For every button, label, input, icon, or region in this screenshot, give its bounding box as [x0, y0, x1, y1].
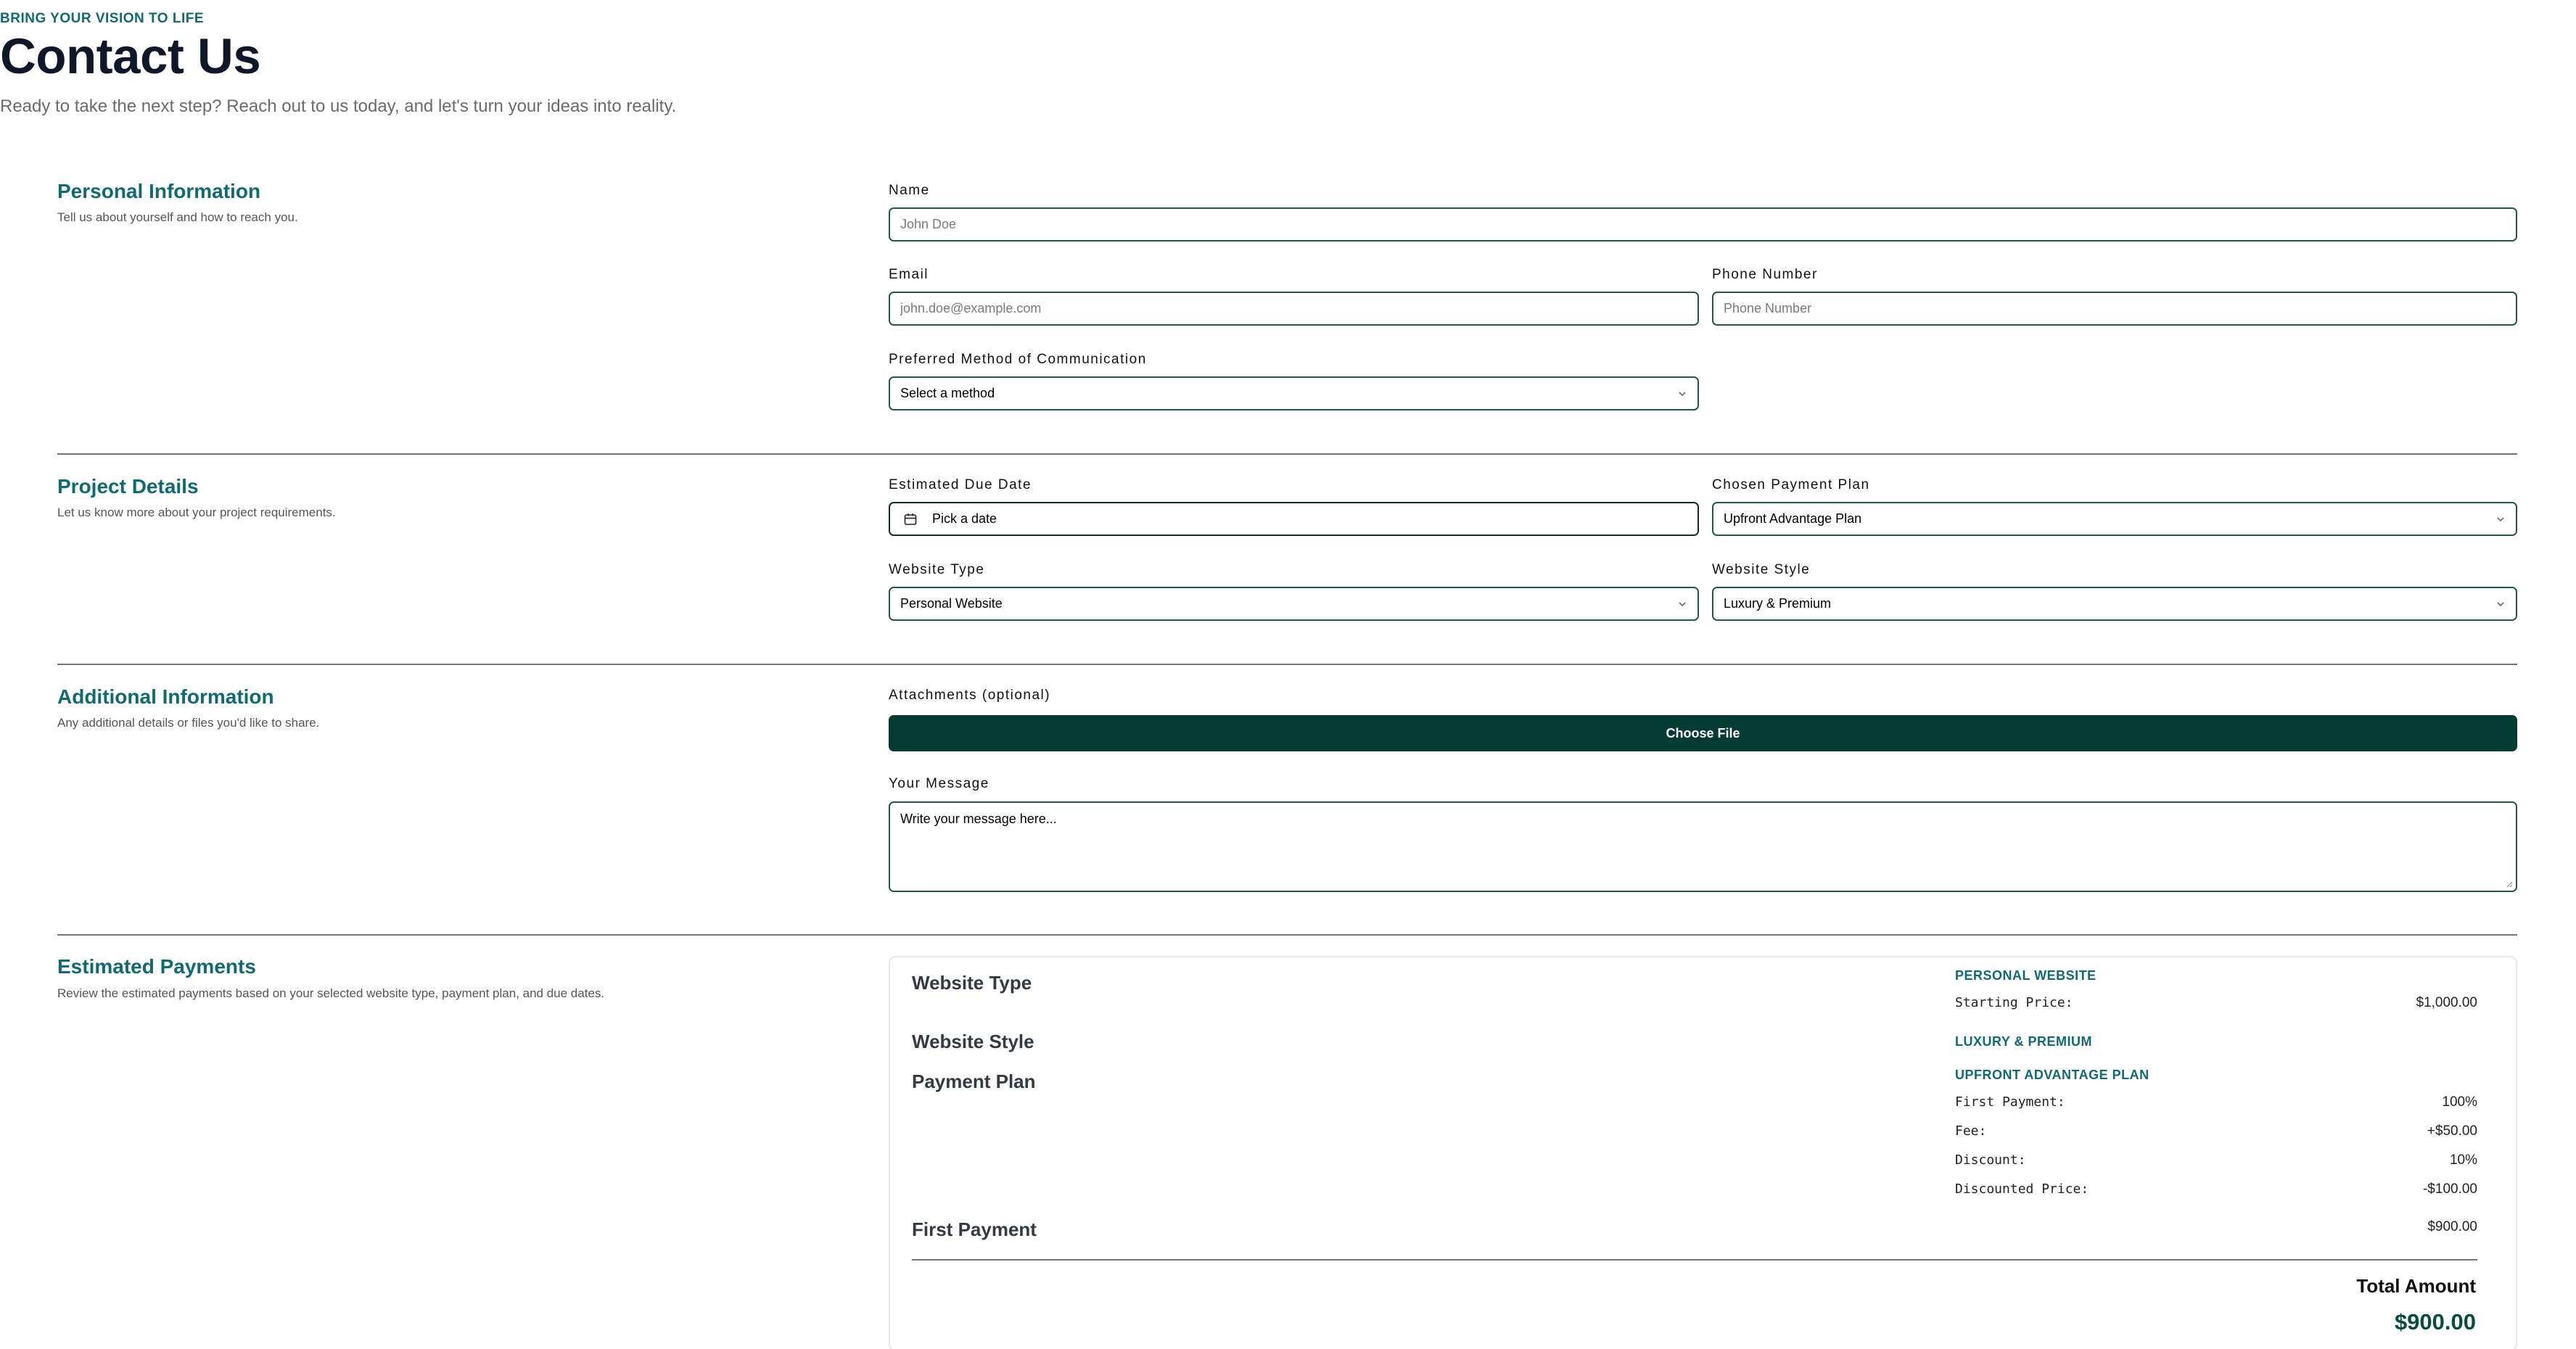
- first-payment-percent-label: First Payment:: [1955, 1094, 2065, 1110]
- due-date-picker[interactable]: Pick a date: [889, 502, 1699, 536]
- choose-file-button[interactable]: Choose File: [889, 715, 2517, 751]
- website-style-value: Luxury & Premium: [1724, 596, 1832, 611]
- communication-method-select[interactable]: Select a method: [889, 376, 1699, 411]
- first-payment-percent-value: 100%: [2442, 1094, 2477, 1110]
- communication-method-label: Preferred Method of Communication: [889, 352, 1147, 367]
- page-title: Contact Us: [0, 28, 261, 84]
- email-input[interactable]: [889, 292, 1699, 326]
- communication-method-value: Select a method: [900, 386, 995, 400]
- phone-label: Phone Number: [1712, 267, 1818, 282]
- starting-price-row: Starting Price: $1,000.00: [1955, 995, 2477, 1011]
- name-input[interactable]: [889, 207, 2517, 242]
- starting-price-value: $1,000.00: [2416, 995, 2477, 1010]
- discount-label: Discount:: [1955, 1152, 2026, 1168]
- resize-grip-icon[interactable]: [2506, 880, 2513, 888]
- first-payment-amount: $900.00: [2427, 1219, 2477, 1234]
- website-type-value: Personal Website: [900, 596, 1003, 611]
- chevron-down-icon: [2497, 601, 2504, 606]
- phone-input[interactable]: [1712, 292, 2517, 326]
- total-amount-value: $900.00: [2394, 1309, 2476, 1334]
- payment-plan-label: Chosen Payment Plan: [1712, 477, 1870, 492]
- total-amount-label: Total Amount: [2356, 1275, 2476, 1297]
- due-date-value: Pick a date: [932, 511, 997, 526]
- discount-value: 10%: [2449, 1152, 2477, 1168]
- discounted-price-value: -$100.00: [2422, 1181, 2477, 1197]
- calendar-icon: [904, 513, 917, 525]
- chevron-down-icon: [1679, 391, 1686, 396]
- summary-website-style-label: Website Style: [912, 1031, 1034, 1052]
- message-textarea[interactable]: Write your message here...: [889, 801, 2517, 892]
- chevron-down-icon: [2497, 516, 2504, 521]
- discounted-price-row: Discounted Price: -$100.00: [1955, 1181, 2477, 1197]
- first-payment-percent-row: First Payment: 100%: [1955, 1094, 2477, 1110]
- payment-plan-select[interactable]: Upfront Advantage Plan: [1712, 502, 2517, 536]
- section-divider: [57, 664, 2517, 665]
- section-divider: [57, 934, 2517, 936]
- summary-first-payment-label: First Payment: [912, 1218, 1037, 1240]
- discounted-price-label: Discounted Price:: [1955, 1181, 2089, 1197]
- discount-row: Discount: 10%: [1955, 1152, 2477, 1168]
- fee-row: Fee: +$50.00: [1955, 1123, 2477, 1139]
- due-date-label: Estimated Due Date: [889, 477, 1032, 492]
- estimated-payments-description: Review the estimated payments based on y…: [57, 986, 605, 1000]
- chevron-down-icon: [1679, 601, 1686, 606]
- message-placeholder: Write your message here...: [900, 812, 1057, 826]
- payment-plan-value: Upfront Advantage Plan: [1724, 511, 1862, 526]
- summary-website-type-label: Website Type: [912, 972, 1032, 994]
- fee-label: Fee:: [1955, 1123, 1987, 1139]
- message-label: Your Message: [889, 776, 989, 791]
- website-style-label: Website Style: [1712, 562, 1811, 577]
- payment-summary-card: Website Type Website Style Payment Plan …: [889, 956, 2517, 1349]
- personal-info-description: Tell us about yourself and how to reach …: [57, 210, 298, 224]
- website-style-select[interactable]: Luxury & Premium: [1712, 587, 2517, 621]
- additional-info-title: Additional Information: [57, 685, 274, 708]
- website-type-select[interactable]: Personal Website: [889, 587, 1699, 621]
- summary-type-name: PERSONAL WEBSITE: [1955, 968, 2096, 983]
- website-type-label: Website Type: [889, 562, 985, 577]
- summary-divider: [912, 1259, 2477, 1261]
- email-label: Email: [889, 267, 929, 282]
- section-divider: [57, 453, 2517, 455]
- additional-info-description: Any additional details or files you'd li…: [57, 716, 320, 730]
- page-subtitle: Ready to take the next step? Reach out t…: [0, 96, 677, 116]
- name-label: Name: [889, 183, 930, 198]
- personal-info-title: Personal Information: [57, 180, 261, 202]
- summary-payment-plan-label: Payment Plan: [912, 1070, 1036, 1092]
- project-details-description: Let us know more about your project requ…: [57, 506, 336, 519]
- fee-value: +$50.00: [2427, 1123, 2477, 1139]
- starting-price-label: Starting Price:: [1955, 995, 2073, 1010]
- project-details-title: Project Details: [57, 475, 199, 498]
- summary-plan-name: UPFRONT ADVANTAGE PLAN: [1955, 1068, 2149, 1082]
- estimated-payments-title: Estimated Payments: [57, 955, 256, 978]
- attachments-label: Attachments (optional): [889, 688, 1051, 703]
- summary-style-name: LUXURY & PREMIUM: [1955, 1034, 2093, 1049]
- eyebrow-text: BRING YOUR VISION TO LIFE: [0, 11, 204, 26]
